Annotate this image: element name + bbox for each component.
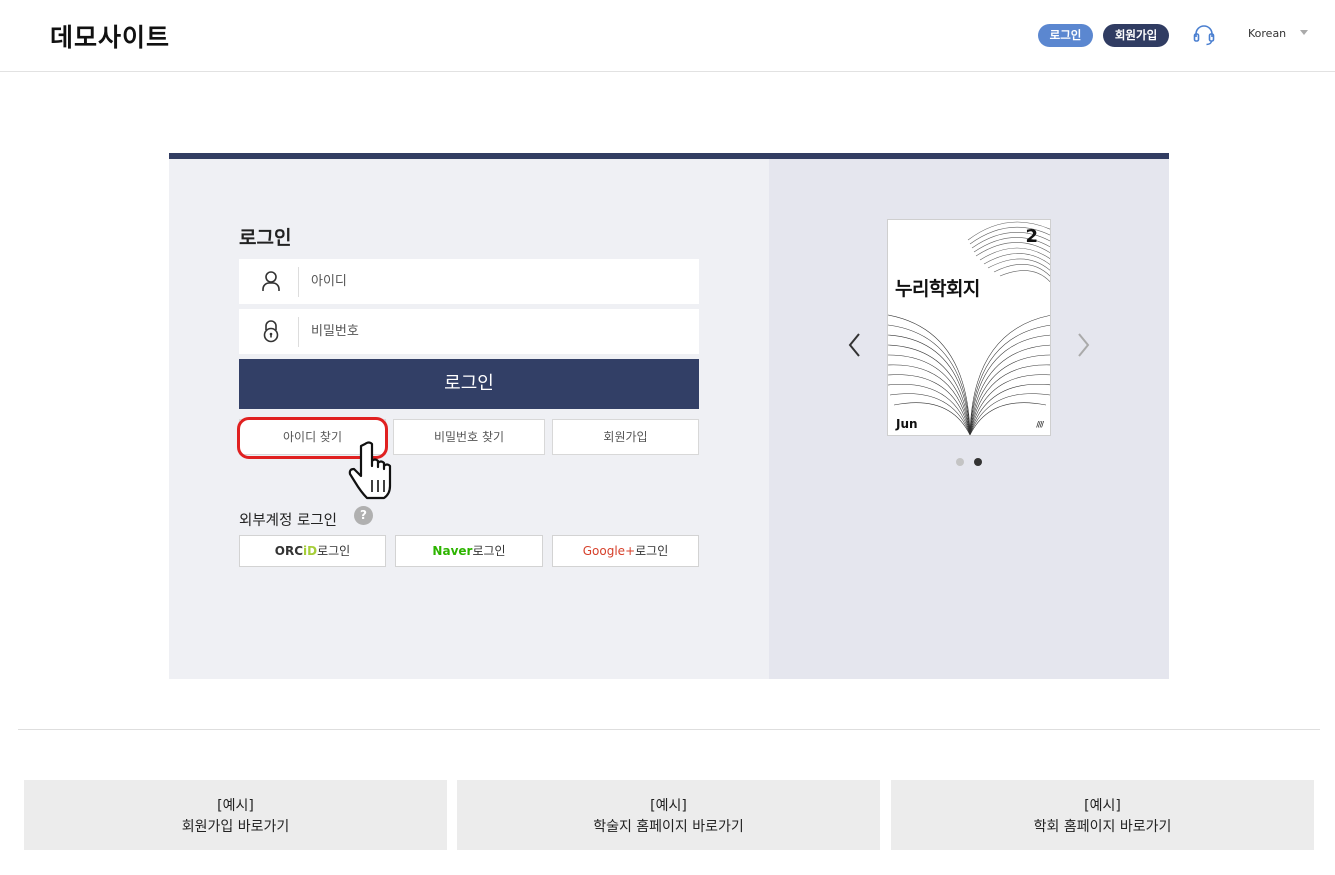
headset-icon[interactable] xyxy=(1192,23,1216,47)
user-icon xyxy=(262,271,280,291)
footer-link-tag: [예시] xyxy=(217,798,254,814)
chevron-left-icon[interactable] xyxy=(845,331,865,359)
footer-link-tag: [예시] xyxy=(650,798,687,814)
password-field[interactable] xyxy=(239,309,699,354)
cover-month: Jun xyxy=(896,417,918,431)
id-field[interactable] xyxy=(239,259,699,304)
footer-link-journal[interactable]: [예시] 학술지 홈페이지 바로가기 xyxy=(457,780,880,850)
cover-mark: //// xyxy=(1036,420,1044,429)
cover-title: 누리학회지 xyxy=(895,278,980,300)
carousel-dot[interactable] xyxy=(956,458,964,466)
journal-carousel: 2 누리학회지 Jun //// xyxy=(769,159,1169,679)
footer-link-society[interactable]: [예시] 학회 홈페이지 바로가기 xyxy=(891,780,1314,850)
footer-divider xyxy=(18,729,1320,730)
carousel-dot-active[interactable] xyxy=(974,458,982,466)
journal-cover[interactable]: 2 누리학회지 Jun //// xyxy=(887,219,1051,436)
cover-artwork xyxy=(888,221,1050,435)
footer-link-label: 회원가입 바로가기 xyxy=(181,819,290,835)
login-panel: 로그인 로그인 아이디 찾기 비밀번호 찾기 회원가입 외부계정 로그인 ? O… xyxy=(169,153,1169,679)
orcid-label-a: ORC xyxy=(274,544,304,558)
google-login-button[interactable]: Google+로그인 xyxy=(552,535,699,567)
naver-login-button[interactable]: Naver로그인 xyxy=(395,535,543,567)
find-password-button[interactable]: 비밀번호 찾기 xyxy=(393,419,545,455)
orcid-label-b: iD xyxy=(303,544,318,558)
id-input[interactable] xyxy=(311,259,691,304)
language-select[interactable]: Korean xyxy=(1248,27,1286,40)
header-join-button[interactable]: 회원가입 xyxy=(1103,24,1169,47)
naver-label-suffix: 로그인 xyxy=(472,544,506,558)
external-login-title: 외부계정 로그인 xyxy=(239,513,337,529)
site-header: 데모사이트 로그인 회원가입 Korean xyxy=(0,0,1335,72)
find-id-button[interactable]: 아이디 찾기 xyxy=(239,419,386,455)
footer-link-label: 학술지 홈페이지 바로가기 xyxy=(593,819,744,835)
footer-link-label: 학회 홈페이지 바로가기 xyxy=(1033,819,1172,835)
chevron-right-icon[interactable] xyxy=(1073,331,1093,359)
google-label-suffix: 로그인 xyxy=(635,544,669,558)
help-icon[interactable]: ? xyxy=(354,506,373,525)
footer-link-tag: [예시] xyxy=(1084,798,1121,814)
naver-label: Naver xyxy=(432,544,473,558)
login-title: 로그인 xyxy=(239,227,292,249)
site-logo[interactable]: 데모사이트 xyxy=(50,18,170,54)
google-label: Google+ xyxy=(582,544,636,558)
field-divider xyxy=(298,317,299,347)
login-submit-button[interactable]: 로그인 xyxy=(239,359,699,409)
field-divider xyxy=(298,267,299,297)
password-input[interactable] xyxy=(311,309,691,354)
lock-icon xyxy=(263,320,279,343)
header-login-button[interactable]: 로그인 xyxy=(1038,24,1093,47)
orcid-label-suffix: 로그인 xyxy=(317,544,351,558)
footer-link-join[interactable]: [예시] 회원가입 바로가기 xyxy=(24,780,447,850)
cover-number: 2 xyxy=(1025,226,1038,247)
caret-down-icon[interactable] xyxy=(1300,30,1308,35)
orcid-login-button[interactable]: ORCiD로그인 xyxy=(239,535,386,567)
join-button[interactable]: 회원가입 xyxy=(552,419,699,455)
